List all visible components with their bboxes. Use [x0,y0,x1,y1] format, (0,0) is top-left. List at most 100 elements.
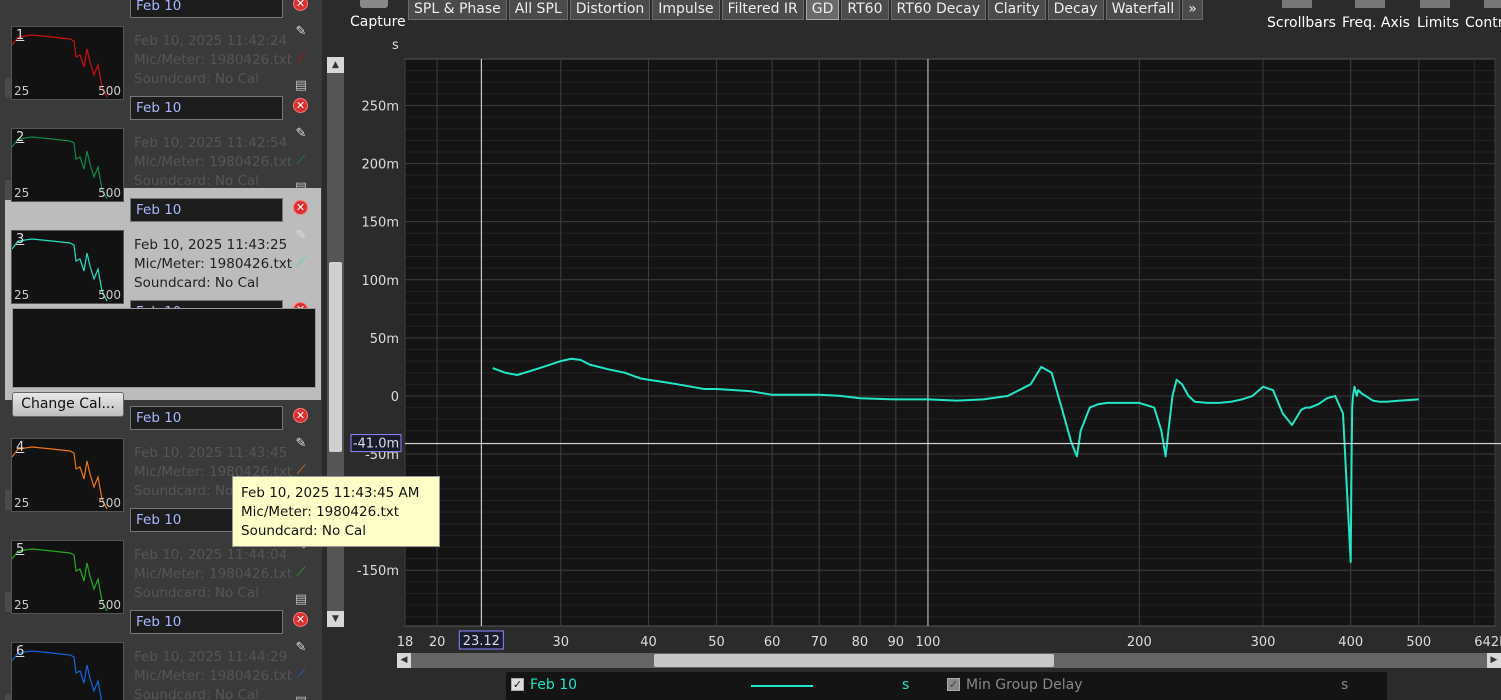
scroll-up-icon[interactable]: ▲ [327,57,344,73]
measurement-number: 4 [16,440,25,455]
tab-rt60-decay[interactable]: RT60 Decay [890,0,986,20]
line-color-icon[interactable]: ⟋ [293,565,309,581]
measurement-date: Feb 10, 2025 11:42:24 [134,33,288,49]
measurement-mic: Mic/Meter: 1980426.txt [134,52,293,68]
group-delay-graph[interactable]: 250m 200m 150m 100m 50m 0 -50m -150m 18 20 30 40 50 6… [345,50,1501,650]
measurement-details: Feb 10, 2025 11:42:24 Mic/Meter: 1980426.… [134,32,292,89]
measurement-name-input[interactable]: Feb 10 [130,198,283,222]
close-icon[interactable]: ✕ [293,612,308,627]
capture-button[interactable]: Capture [345,0,406,36]
tab-all-spl[interactable]: All SPL [508,0,568,20]
x-tick-label: 30 [553,635,570,650]
measurement-date: Feb 10, 2025 11:44:29 [134,649,288,665]
freq-axis-button[interactable]: Freq. Axis [1342,15,1410,31]
scroll-thumb[interactable] [329,262,342,452]
thumbnail-low-freq: 25 [14,84,30,98]
controls-button[interactable]: Contr [1465,15,1501,31]
tab-clarity[interactable]: Clarity [987,0,1046,20]
tooltip-cal: Soundcard: No Cal [241,523,367,539]
measurement-mic: Mic/Meter: 1980426.txt [134,668,293,684]
scroll-right-icon[interactable]: ▶ [1487,653,1501,668]
trace-visible-checkbox[interactable]: ✓ [511,678,524,691]
notes-icon[interactable]: ▤ [293,282,309,298]
measurement-name-input[interactable]: Feb 10 [130,96,283,120]
edit-icon[interactable]: ✎ [293,126,309,142]
frequency-scrollbar[interactable]: ◀ ▶ [397,653,1501,668]
line-color-icon[interactable]: ⟋ [293,153,309,169]
scrollbars-button[interactable]: Scrollbars [1267,15,1336,31]
edit-icon[interactable]: ✎ [293,24,309,40]
notes-icon[interactable]: ▤ [293,694,309,700]
measurement-name-input[interactable]: Feb 10 [130,0,283,18]
close-icon[interactable]: ✕ [293,408,308,423]
tab-decay[interactable]: Decay [1047,0,1104,20]
edit-icon[interactable]: ✎ [293,228,309,244]
measurement-tooltip: Feb 10, 2025 11:43:45 AM Mic/Meter: 1980… [232,476,440,547]
tab-impulse[interactable]: Impulse [652,0,720,20]
min-gd-checkbox[interactable]: ✓ [947,678,960,691]
x-tick-label: 80 [852,635,869,650]
close-icon[interactable]: ✕ [293,98,308,113]
tab-rt60[interactable]: RT60 [841,0,889,20]
cursor-y-readout: -41.0m [353,437,399,452]
tab-spl-phase[interactable]: SPL & Phase [408,0,507,20]
measurement-thumbnail[interactable]: 5 25 500 [11,540,124,614]
notes-icon[interactable]: ▤ [293,78,309,94]
x-tick-label: 100 [916,635,941,650]
tab-distortion[interactable]: Distortion [569,0,651,20]
freq-axis-icon [1355,0,1385,8]
tab-gd[interactable]: GD [805,0,840,20]
y-tick-label: 100m [362,274,399,289]
measurement-thumbnail[interactable]: 4 25 500 [11,438,124,512]
plot-background [404,58,1496,627]
line-color-icon[interactable]: ⟋ [293,51,309,67]
scroll-down-icon[interactable]: ▼ [327,611,344,627]
notes-icon[interactable]: ▤ [293,592,309,608]
x-tick-label: 90 [888,635,905,650]
thumbnail-low-freq: 25 [14,288,30,302]
measurement-mic: Mic/Meter: 1980426.txt [134,566,293,582]
x-tick-label: 20 [429,635,446,650]
legend-min-gd-unit: s [1341,677,1349,693]
tab-filtered-ir[interactable]: Filtered IR [721,0,804,20]
measurement-thumbnail[interactable]: 625500 [11,642,124,700]
measurement-cal: Soundcard: No Cal [134,173,260,189]
x-tick-label: 200 [1127,635,1152,650]
change-cal-button[interactable]: Change Cal... [12,392,124,417]
x-tick-label: 500 [1406,635,1431,650]
measurement-name-input[interactable]: Feb 10 [130,406,283,430]
measurement-cal: Soundcard: No Cal [134,71,260,87]
measurement-number: 5 [16,542,25,557]
measurement-number: 1 [16,28,25,43]
line-color-icon[interactable]: ⟋ [293,255,309,271]
measurement-thumbnail[interactable]: 1 25 500 [11,26,124,100]
measurement-mic: Mic/Meter: 1980426.txt [134,256,293,272]
line-color-icon[interactable]: ⟋ [293,667,309,683]
notes-icon[interactable]: ▤ [293,180,309,196]
gd-chart[interactable]: 250m200m150m100m50m0-50m-150m18 20 30 40 50 6… [345,50,1501,650]
measurement-details: Feb 10, 2025 11:44:04 Mic/Meter: 1980426.… [134,546,292,603]
edit-icon[interactable]: ✎ [293,640,309,656]
limits-button[interactable]: Limits [1417,15,1459,31]
legend-line-swatch [751,685,813,687]
notes-box[interactable] [12,308,316,388]
x-tick-label: 60 [764,635,781,650]
close-icon[interactable]: ✕ [293,0,308,11]
y-tick-label: 50m [370,332,399,347]
cursor-x-readout: 23.12 [463,634,500,649]
measurement-thumbnail[interactable]: 2 25 500 [11,128,124,202]
scroll-left-icon[interactable]: ◀ [397,653,411,668]
tab-more[interactable]: » [1182,0,1203,20]
measurement-thumbnail[interactable]: 3 25 500 [11,230,124,304]
thumbnail-high-freq: 500 [98,496,121,510]
measurement-details: Feb 10, 2025 11:42:54 Mic/Meter: 1980426.… [134,134,292,191]
tab-waterfall[interactable]: Waterfall [1105,0,1181,20]
edit-icon[interactable]: ✎ [293,436,309,452]
limits-icon [1420,0,1450,8]
measurement-name-input[interactable]: Feb 10 [130,610,283,634]
frequency-scroll-thumb[interactable] [654,654,1054,667]
thumbnail-low-freq: 25 [14,598,30,612]
measurement-date: Feb 10, 2025 11:42:54 [134,135,288,151]
measurement-details: Feb 10, 2025 11:44:29 Mic/Meter: 1980426.… [134,648,292,700]
close-icon[interactable]: ✕ [293,200,308,215]
